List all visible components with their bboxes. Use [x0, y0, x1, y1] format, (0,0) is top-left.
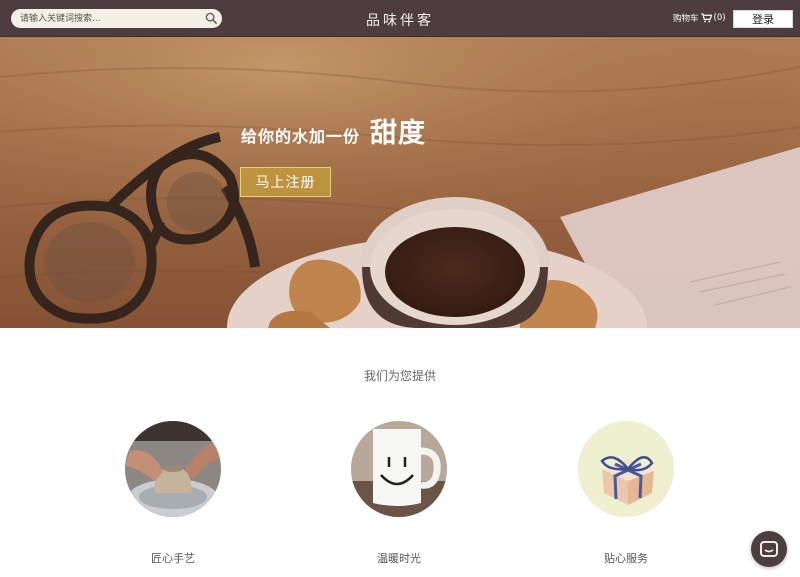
cart-icon: [700, 13, 712, 23]
service-item-warm-time[interactable]: 温暖时光: [351, 421, 447, 565]
signup-button[interactable]: 马上注册: [240, 167, 331, 197]
service-label: 温暖时光: [377, 552, 421, 565]
service-label: 贴心服务: [604, 552, 648, 565]
hero-banner: 给你的水加一份 甜度 马上注册: [0, 37, 800, 328]
gift-box-image: [578, 421, 674, 517]
login-button[interactable]: 登录: [733, 10, 793, 28]
top-navbar: 品味伴客 购物车 (0) 登录: [0, 0, 800, 37]
chat-widget-button[interactable]: [751, 531, 787, 567]
hero-background-image: [0, 37, 800, 328]
pottery-image: [125, 421, 221, 517]
smiley-mug-image: [351, 421, 447, 517]
service-item-craftsmanship[interactable]: 匠心手艺: [125, 421, 221, 565]
service-item-considerate-service[interactable]: 贴心服务: [578, 421, 674, 565]
search-input[interactable]: [11, 9, 201, 28]
chat-icon: [760, 541, 778, 557]
hero-title-prefix: 给你的水加一份: [241, 127, 361, 146]
cart-label: 购物车: [673, 14, 699, 24]
cart-link[interactable]: 购物车 (0): [673, 12, 726, 24]
hero-title: 给你的水加一份 甜度: [241, 111, 426, 150]
hero-title-highlight: 甜度: [370, 118, 427, 149]
search-box: [11, 9, 222, 28]
search-icon[interactable]: [205, 12, 218, 25]
service-label: 匠心手艺: [151, 552, 195, 565]
cart-count: (0): [713, 13, 726, 23]
services-title: 我们为您提供: [363, 369, 436, 383]
